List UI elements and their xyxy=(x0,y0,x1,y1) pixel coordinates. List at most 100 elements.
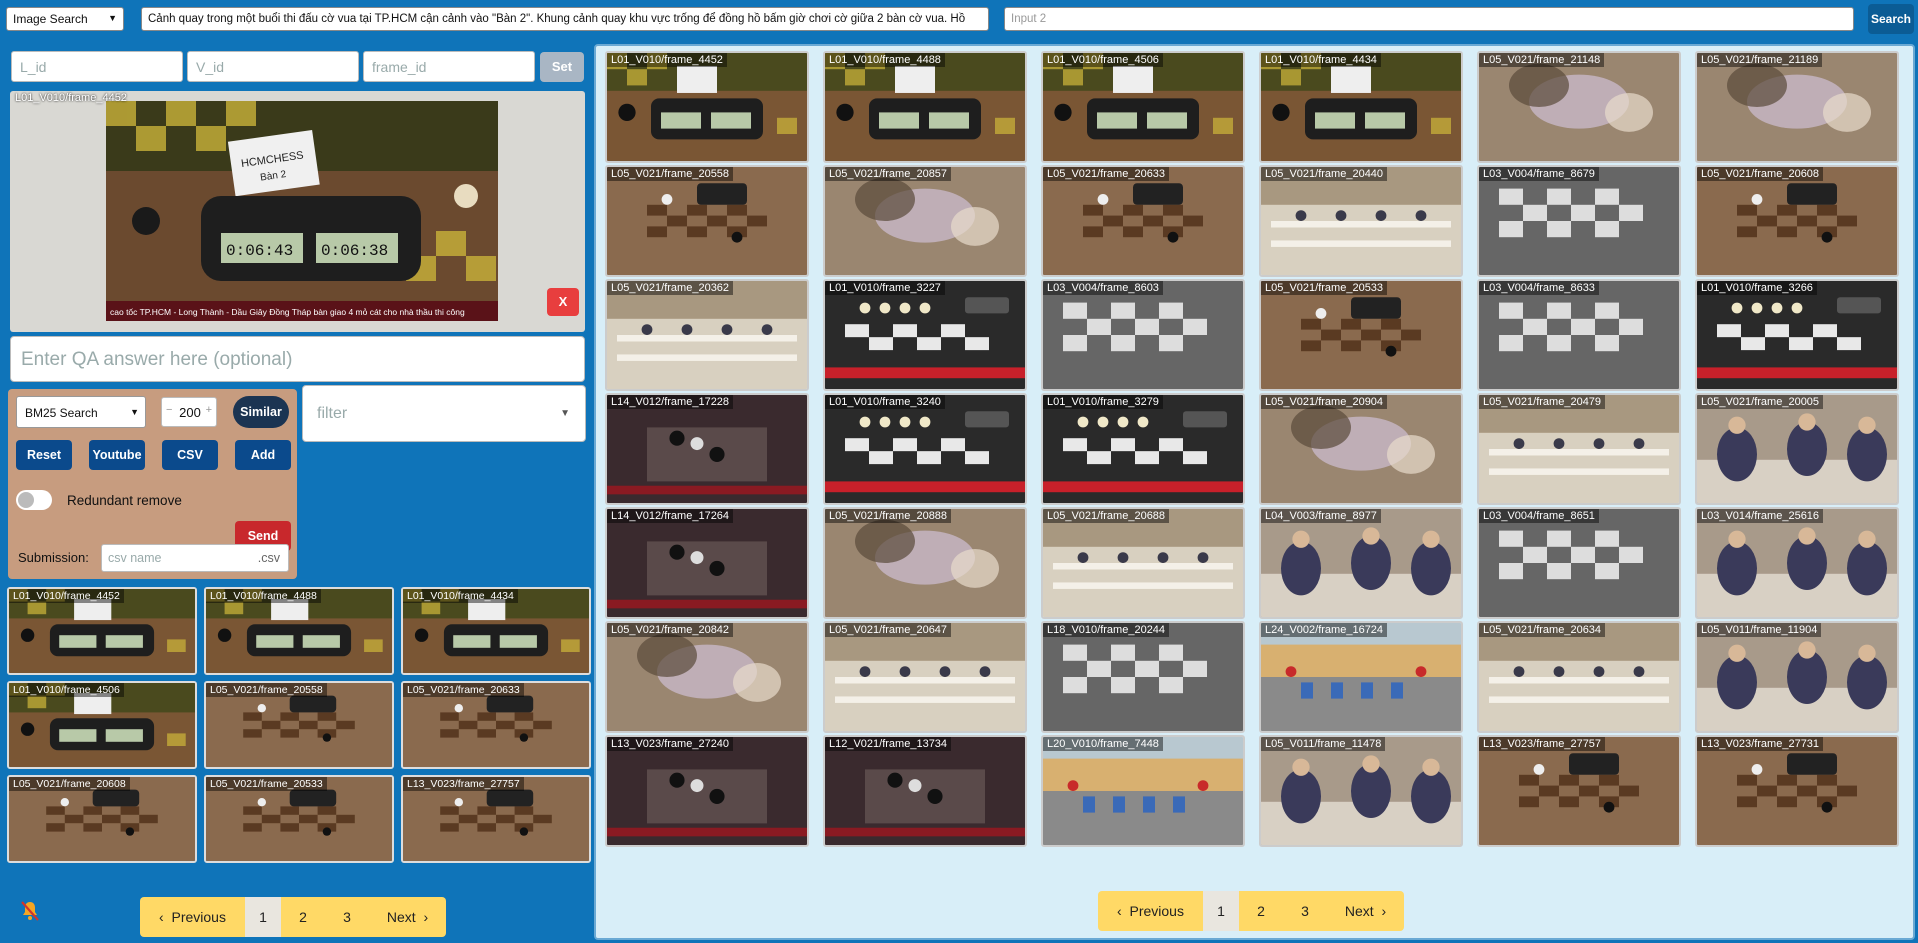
previous-button[interactable]: ‹ Previous xyxy=(1098,891,1203,931)
page-2-button[interactable]: 2 xyxy=(1239,891,1283,931)
left-thumbnail[interactable]: L01_V010/frame_4488 xyxy=(204,587,394,675)
right-thumbnail[interactable]: L05_V021/frame_20440 xyxy=(1259,165,1463,277)
right-thumbnail[interactable]: L05_V021/frame_20558 xyxy=(605,165,809,277)
left-thumbnail[interactable]: L05_V021/frame_20633 xyxy=(401,681,591,769)
right-thumbnail[interactable]: L13_V023/frame_27731 xyxy=(1695,735,1899,847)
right-thumbnail[interactable]: L05_V021/frame_21148 xyxy=(1477,51,1681,163)
top-bar: Image Search ▼ Cảnh quay trong một buổi … xyxy=(0,0,1918,38)
right-thumbnail[interactable]: L05_V021/frame_20857 xyxy=(823,165,1027,277)
search-type-select[interactable]: BM25 Search ▼ xyxy=(16,396,146,428)
right-thumbnail[interactable]: L03_V014/frame_25616 xyxy=(1695,507,1899,619)
right-thumbnail[interactable]: L05_V021/frame_20634 xyxy=(1477,621,1681,733)
right-thumbnail[interactable]: L05_V021/frame_20362 xyxy=(605,279,809,391)
thumbnail-image xyxy=(825,167,1025,275)
decrement-icon[interactable]: − xyxy=(166,404,172,416)
qa-answer-input[interactable]: Enter QA answer here (optional) xyxy=(10,336,585,382)
thumbnail-image xyxy=(1479,53,1679,161)
right-thumbnail[interactable]: L18_V010/frame_20244 xyxy=(1041,621,1245,733)
search-mode-select[interactable]: Image Search ▼ xyxy=(6,7,124,31)
frame-id-input[interactable]: frame_id xyxy=(363,51,535,82)
right-thumbnail[interactable]: L05_V021/frame_20005 xyxy=(1695,393,1899,505)
page-2-button[interactable]: 2 xyxy=(281,897,325,937)
thumbnail-image xyxy=(607,281,807,389)
left-thumbnail[interactable]: L05_V021/frame_20608 xyxy=(7,775,197,863)
close-preview-button[interactable]: X xyxy=(547,288,579,316)
left-thumbnail[interactable]: L13_V023/frame_27757 xyxy=(401,775,591,863)
l-id-input[interactable]: L_id xyxy=(11,51,183,82)
right-thumbnail[interactable]: L04_V003/frame_8977 xyxy=(1259,507,1463,619)
right-thumbnail[interactable]: L05_V011/frame_11478 xyxy=(1259,735,1463,847)
thumbnail-image xyxy=(1043,167,1243,275)
right-thumbnail[interactable]: L01_V010/frame_3227 xyxy=(823,279,1027,391)
right-thumbnail[interactable]: L24_V002/frame_16724 xyxy=(1259,621,1463,733)
page-3-button[interactable]: 3 xyxy=(1283,891,1327,931)
v-id-input[interactable]: V_id xyxy=(187,51,359,82)
right-thumbnail[interactable]: L03_V004/frame_8651 xyxy=(1477,507,1681,619)
right-thumbnail[interactable]: L05_V021/frame_20647 xyxy=(823,621,1027,733)
thumbnail-image xyxy=(1479,167,1679,275)
left-thumbnail[interactable]: L01_V010/frame_4452 xyxy=(7,587,197,675)
left-thumbnail[interactable]: L01_V010/frame_4506 xyxy=(7,681,197,769)
reset-button[interactable]: Reset xyxy=(16,440,72,470)
right-thumbnail[interactable]: L05_V021/frame_20904 xyxy=(1259,393,1463,505)
right-thumbnail[interactable]: L01_V010/frame_3240 xyxy=(823,393,1027,505)
page-3-button[interactable]: 3 xyxy=(325,897,369,937)
search-type-value: BM25 Search xyxy=(25,406,98,420)
right-thumbnail[interactable]: L05_V021/frame_21189 xyxy=(1695,51,1899,163)
left-thumbnail[interactable]: L05_V021/frame_20533 xyxy=(204,775,394,863)
add-button[interactable]: Add xyxy=(235,440,291,470)
thumbnail-image xyxy=(1261,53,1461,161)
right-thumbnail[interactable]: L01_V010/frame_4452 xyxy=(605,51,809,163)
right-thumbnail[interactable]: L01_V010/frame_3279 xyxy=(1041,393,1245,505)
right-thumbnail[interactable]: L13_V023/frame_27240 xyxy=(605,735,809,847)
right-thumbnail[interactable]: L01_V010/frame_3266 xyxy=(1695,279,1899,391)
page-1-button[interactable]: 1 xyxy=(245,897,281,937)
next-button[interactable]: Next › xyxy=(369,897,446,937)
right-thumbnail[interactable]: L03_V004/frame_8679 xyxy=(1477,165,1681,277)
right-thumbnail[interactable]: L20_V010/frame_7448 xyxy=(1041,735,1245,847)
right-thumbnail[interactable]: L05_V021/frame_20688 xyxy=(1041,507,1245,619)
next-button[interactable]: Next › xyxy=(1327,891,1404,931)
right-thumbnail[interactable]: L03_V004/frame_8603 xyxy=(1041,279,1245,391)
search-button[interactable]: Search xyxy=(1868,4,1914,34)
right-thumbnail[interactable]: L05_V021/frame_20608 xyxy=(1695,165,1899,277)
redundant-remove-label: Redundant remove xyxy=(67,493,182,508)
right-thumbnail[interactable]: L14_V012/frame_17264 xyxy=(605,507,809,619)
right-thumbnail[interactable]: L05_V021/frame_20888 xyxy=(823,507,1027,619)
right-thumbnail[interactable]: L05_V021/frame_20842 xyxy=(605,621,809,733)
right-thumbnail[interactable]: L01_V010/frame_4488 xyxy=(823,51,1027,163)
redundant-remove-toggle[interactable] xyxy=(16,490,52,510)
right-thumbnail[interactable]: L14_V012/frame_17228 xyxy=(605,393,809,505)
increment-icon[interactable]: + xyxy=(206,404,212,416)
left-thumbnail[interactable]: L01_V010/frame_4434 xyxy=(401,587,591,675)
notification-off-icon[interactable] xyxy=(18,899,42,923)
right-thumbnail[interactable]: L01_V010/frame_4506 xyxy=(1041,51,1245,163)
thumbnail-label: L14_V012/frame_17228 xyxy=(607,395,734,409)
csv-name-input[interactable]: csv name .csv xyxy=(101,544,289,572)
right-thumbnail[interactable]: L12_V021/frame_13734 xyxy=(823,735,1027,847)
right-thumbnail[interactable]: L05_V011/frame_11904 xyxy=(1695,621,1899,733)
set-button[interactable]: Set xyxy=(540,52,584,82)
result-count-stepper[interactable]: − 200 + xyxy=(161,397,217,427)
right-thumbnail[interactable]: L13_V023/frame_27757 xyxy=(1477,735,1681,847)
query-input-2[interactable]: Input 2 xyxy=(1004,7,1854,31)
right-thumbnail[interactable]: L05_V021/frame_20479 xyxy=(1477,393,1681,505)
thumbnail-image xyxy=(1043,509,1243,617)
preview-image[interactable]: HCMCHESS Bàn 2 0:06:43 0:06:38 cao tốc T… xyxy=(106,101,498,321)
query-input-1[interactable]: Cảnh quay trong một buổi thi đấu cờ vua … xyxy=(141,7,989,31)
right-thumbnail[interactable]: L05_V021/frame_20633 xyxy=(1041,165,1245,277)
left-thumbnail[interactable]: L05_V021/frame_20558 xyxy=(204,681,394,769)
thumbnail-image xyxy=(607,737,807,845)
csv-button[interactable]: CSV xyxy=(162,440,218,470)
thumbnail-image xyxy=(607,395,807,503)
thumbnail-label: L24_V002/frame_16724 xyxy=(1261,623,1388,637)
right-thumbnail[interactable]: L05_V021/frame_20533 xyxy=(1259,279,1463,391)
right-thumbnail[interactable]: L01_V010/frame_4434 xyxy=(1259,51,1463,163)
filter-select[interactable]: filter ▼ xyxy=(302,385,586,442)
similar-button[interactable]: Similar xyxy=(233,396,289,428)
previous-button[interactable]: ‹ Previous xyxy=(140,897,245,937)
thumbnail-label: L01_V010/frame_4452 xyxy=(607,53,727,67)
right-thumbnail[interactable]: L03_V004/frame_8633 xyxy=(1477,279,1681,391)
youtube-button[interactable]: Youtube xyxy=(89,440,145,470)
page-1-button[interactable]: 1 xyxy=(1203,891,1239,931)
